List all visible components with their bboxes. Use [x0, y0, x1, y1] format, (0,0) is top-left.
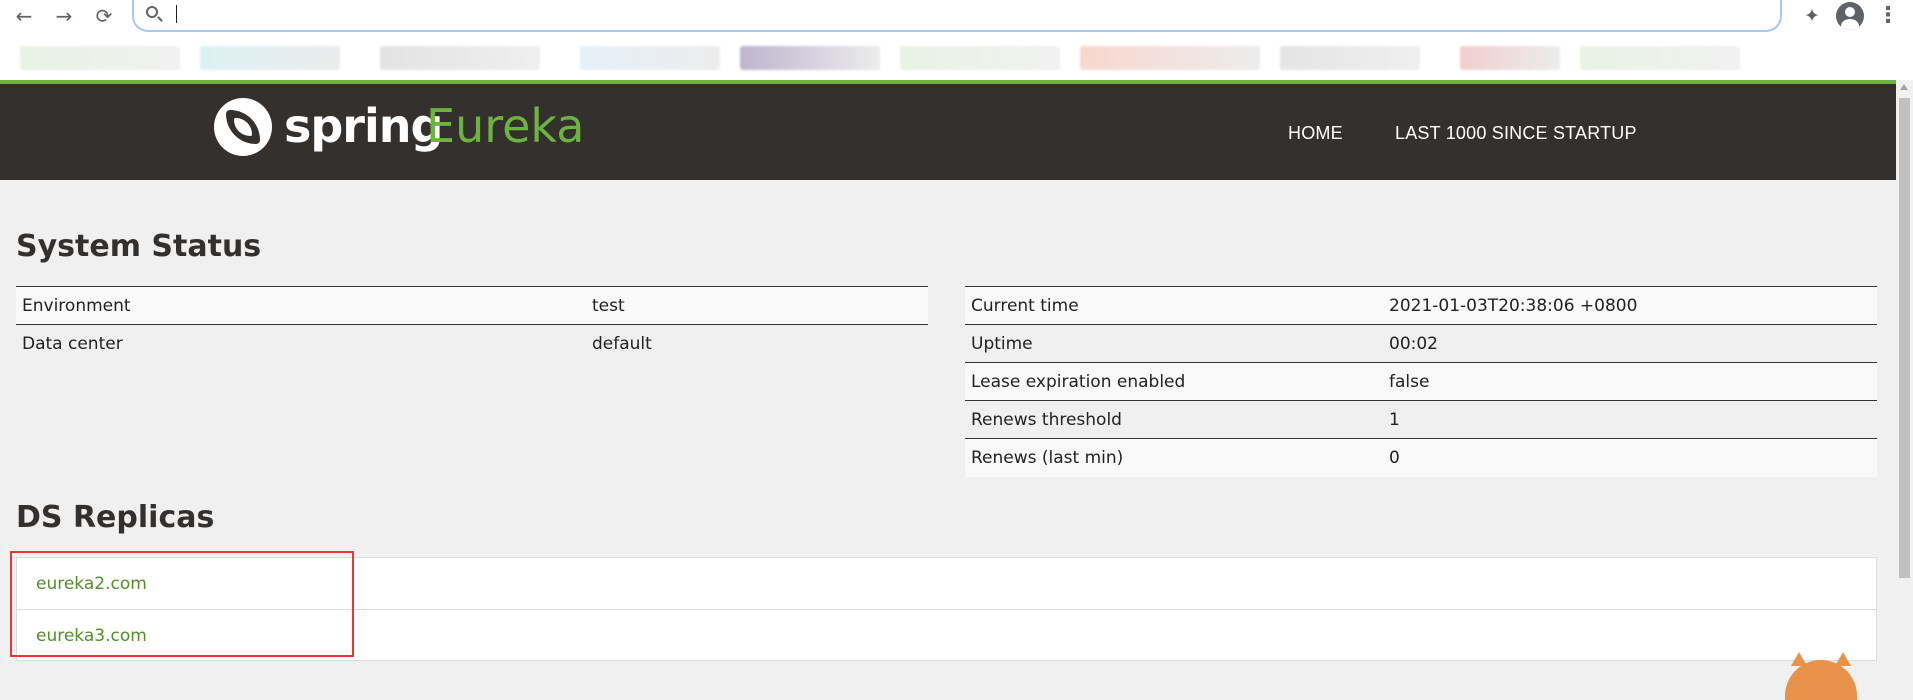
extensions-puzzle-icon[interactable]: ✦	[1800, 4, 1824, 28]
table-row: Renews (last min) 0	[965, 438, 1877, 477]
red-highlight-annotation	[10, 551, 354, 657]
bookmark-item[interactable]	[1580, 46, 1740, 70]
bookmark-item[interactable]	[380, 46, 540, 70]
bookmark-item[interactable]	[1460, 46, 1560, 70]
renews-last-min-value: 0	[1383, 438, 1877, 477]
spring-leaf-logo-icon[interactable]	[214, 98, 272, 156]
profile-avatar-icon[interactable]	[1836, 2, 1864, 30]
table-row: Data center default	[16, 324, 928, 363]
data-center-value: default	[586, 324, 928, 363]
environment-value: test	[586, 286, 928, 325]
address-bar[interactable]	[132, 0, 1782, 32]
table-row: Uptime 00:02	[965, 324, 1877, 363]
bookmark-item[interactable]	[1280, 46, 1420, 70]
data-center-label: Data center	[16, 324, 586, 363]
renews-threshold-label: Renews threshold	[965, 400, 1383, 439]
table-row: Current time 2021-01-03T20:38:06 +0800	[965, 286, 1877, 325]
scroll-up-arrow-icon[interactable]	[1900, 84, 1908, 90]
lease-expiration-value: false	[1383, 362, 1877, 401]
bookmark-item[interactable]	[580, 46, 720, 70]
table-row: Renews threshold 1	[965, 400, 1877, 439]
forward-arrow-icon[interactable]: →	[52, 4, 76, 28]
current-time-value: 2021-01-03T20:38:06 +0800	[1383, 286, 1877, 325]
mascot-cat-icon	[1785, 652, 1857, 700]
logo-eureka-text[interactable]: Eureka	[426, 100, 584, 152]
table-row: Lease expiration enabled false	[965, 362, 1877, 401]
renews-last-min-label: Renews (last min)	[965, 438, 1383, 477]
current-time-label: Current time	[965, 286, 1383, 325]
ds-replicas-heading: DS Replicas	[16, 500, 215, 535]
reload-icon[interactable]: ⟳	[92, 4, 116, 28]
bookmark-item[interactable]	[1080, 46, 1260, 70]
nav-home-link[interactable]: HOME	[1288, 122, 1343, 144]
bookmarks-bar	[0, 40, 1913, 80]
uptime-value: 00:02	[1383, 324, 1877, 363]
bookmark-item[interactable]	[900, 46, 1060, 70]
renews-threshold-value: 1	[1383, 400, 1877, 439]
bookmark-item[interactable]	[20, 46, 180, 70]
text-caret	[176, 5, 177, 23]
environment-label: Environment	[16, 286, 586, 325]
bookmark-item[interactable]	[200, 46, 340, 70]
system-status-left-table: Environment test Data center default	[16, 286, 928, 363]
browser-toolbar: ← → ⟳ ✦ ⋮	[0, 0, 1913, 80]
page-scrollbar[interactable]	[1896, 80, 1913, 673]
lease-expiration-label: Lease expiration enabled	[965, 362, 1383, 401]
bookmark-item[interactable]	[740, 46, 880, 70]
eureka-navbar: spring Eureka HOME LAST 1000 SINCE START…	[0, 84, 1896, 180]
scrollbar-thumb[interactable]	[1899, 98, 1910, 578]
search-icon	[146, 6, 158, 18]
uptime-label: Uptime	[965, 324, 1383, 363]
system-status-heading: System Status	[16, 229, 262, 264]
logo-spring-text[interactable]: spring	[284, 100, 443, 152]
system-status-right-table: Current time 2021-01-03T20:38:06 +0800 U…	[965, 286, 1877, 477]
browser-menu-kebab-icon[interactable]: ⋮	[1876, 4, 1900, 28]
nav-last-1000-link[interactable]: LAST 1000 SINCE STARTUP	[1395, 122, 1637, 144]
back-arrow-icon[interactable]: ←	[12, 4, 36, 28]
table-row: Environment test	[16, 286, 928, 325]
